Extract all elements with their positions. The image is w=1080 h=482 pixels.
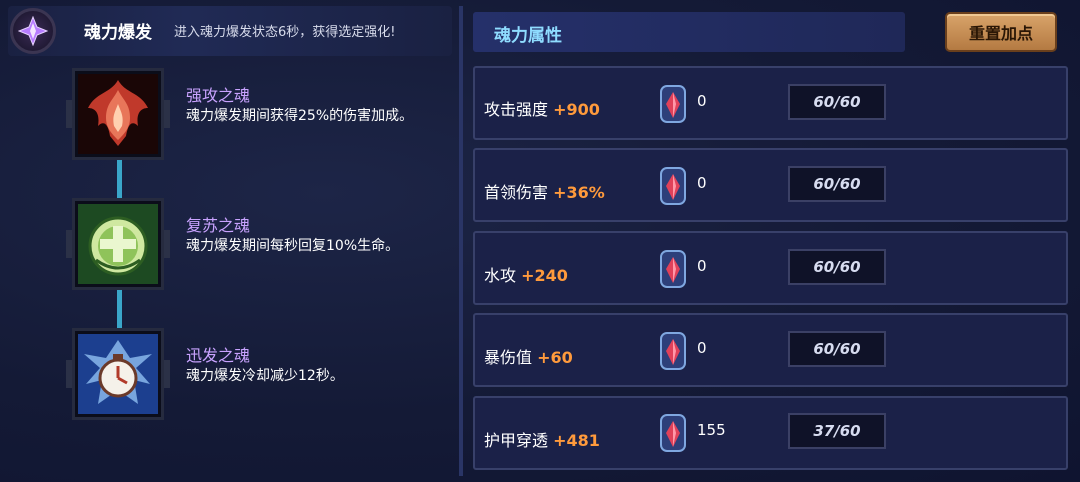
soul-attributes-title: 魂力属性 [494, 26, 562, 46]
stat-label: 暴伤值 +60 [484, 348, 573, 367]
skill-name-3: 迅发之魂 [186, 346, 251, 365]
stat-bonus: +60 [537, 348, 573, 367]
soul-crystal-icon [10, 8, 56, 54]
clock-soul-icon [78, 334, 158, 414]
skill-slot-3[interactable] [66, 328, 170, 420]
stat-cap: 37/60 [788, 413, 886, 449]
skill-slot-1[interactable] [66, 68, 170, 160]
red-flame-soul-icon [78, 74, 158, 154]
skill-slot-2[interactable] [66, 198, 170, 290]
stat-cap: 60/60 [788, 249, 886, 285]
gem-count: 155 [697, 421, 726, 439]
reset-points-button[interactable]: 重置加点 [945, 12, 1057, 52]
stat-bonus: +240 [521, 266, 568, 285]
stat-bonus: +900 [553, 100, 600, 119]
gem-count: 0 [697, 92, 707, 110]
soul-gem-icon [660, 85, 686, 123]
skill-desc-1: 魂力爆发期间获得25%的伤害加成。 [186, 108, 414, 124]
soul-gem-icon [660, 250, 686, 288]
stat-cap: 60/60 [788, 166, 886, 202]
stat-bonus: +36% [553, 183, 605, 202]
skill-desc-2: 魂力爆发期间每秒回复10%生命。 [186, 238, 400, 254]
burst-title: 魂力爆发 [84, 23, 152, 43]
burst-subtitle: 进入魂力爆发状态6秒，获得选定强化! [174, 25, 396, 40]
skill-desc-3: 魂力爆发冷却减少12秒。 [186, 368, 344, 384]
stat-cap: 60/60 [788, 331, 886, 367]
stat-cap: 60/60 [788, 84, 886, 120]
stat-label: 水攻 +240 [484, 266, 568, 285]
skill-name-2: 复苏之魂 [186, 216, 251, 235]
soul-gem-icon [660, 414, 686, 452]
gem-count: 0 [697, 174, 707, 192]
panel-divider [459, 6, 463, 476]
green-cross-soul-icon [78, 204, 158, 284]
stat-label: 首领伤害 +36% [484, 183, 605, 202]
stat-label: 攻击强度 +900 [484, 100, 600, 119]
skill-name-1: 强攻之魂 [186, 86, 251, 105]
stat-bonus: +481 [553, 431, 600, 450]
gem-count: 0 [697, 339, 707, 357]
soul-gem-icon [660, 332, 686, 370]
stat-label: 护甲穿透 +481 [484, 431, 600, 450]
gem-count: 0 [697, 257, 707, 275]
soul-gem-icon [660, 167, 686, 205]
